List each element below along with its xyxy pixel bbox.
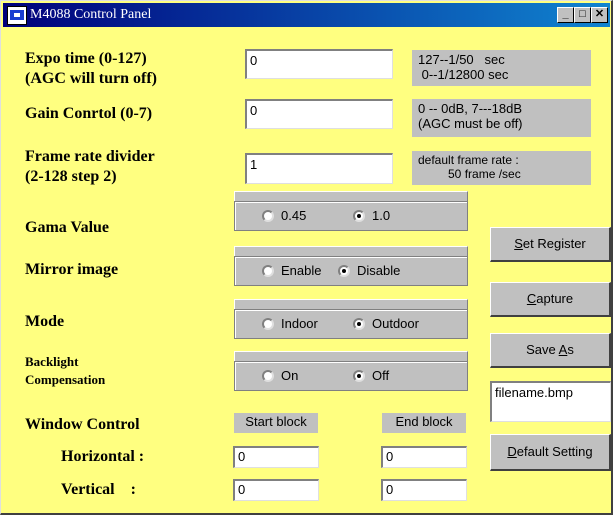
mode-label: Mode <box>25 313 65 330</box>
mirror-disable-option[interactable]: Disable <box>338 264 400 278</box>
minimize-button[interactable]: _ <box>557 7 574 23</box>
mirror-enable-option[interactable]: Enable <box>262 264 321 278</box>
radio-off-icon <box>262 370 274 382</box>
btn-mnemonic: S <box>514 236 523 251</box>
vertical-end-input[interactable]: 0 <box>381 479 467 501</box>
group-header <box>234 299 468 309</box>
frame-hint-line2: 50 frame /sec <box>418 167 521 181</box>
window-title: M4088 Control Panel <box>30 7 152 22</box>
frame-rate-hint: default frame rate : 50 frame /sec <box>412 151 591 185</box>
radio-on-icon <box>338 265 350 277</box>
radio-on-icon <box>353 318 365 330</box>
radio-off-icon <box>262 318 274 330</box>
expo-hint-line1: 127--1/50 sec <box>418 52 505 67</box>
frame-rate-range-note: (2-128 step 2) <box>25 168 117 185</box>
horizontal-start-input[interactable]: 0 <box>233 446 319 468</box>
group-header <box>234 246 468 256</box>
gain-hint-line1: 0 -- 0dB, 7---18dB <box>418 101 523 116</box>
window-control-label: Window Control <box>25 416 140 433</box>
group-box: On Off <box>234 361 468 391</box>
backlight-on-option[interactable]: On <box>262 369 298 383</box>
gama-option-10[interactable]: 1.0 <box>353 209 390 223</box>
frame-hint-line1: default frame rate : <box>418 153 519 167</box>
radio-off-icon <box>262 210 274 222</box>
btn-text: apture <box>536 291 574 306</box>
gama-option-045[interactable]: 0.45 <box>262 209 306 223</box>
group-header <box>234 191 468 201</box>
gama-value-label: Gama Value <box>25 219 110 236</box>
default-setting-button[interactable]: Default Setting <box>490 434 611 471</box>
gain-hint-line2: (AGC must be off) <box>418 116 523 131</box>
start-block-header: Start block <box>234 413 318 433</box>
radio-off-icon <box>262 265 274 277</box>
vertical-start-input[interactable]: 0 <box>233 479 319 501</box>
radio-on-icon <box>353 210 365 222</box>
radio-label: Disable <box>357 263 401 278</box>
backlight-label: Backlight <box>25 354 79 369</box>
group-box: 0.45 1.0 <box>234 201 468 231</box>
btn-text: et Register <box>522 236 586 251</box>
agc-off-note: (AGC will turn off) <box>25 70 157 87</box>
save-as-button[interactable]: Save As <box>490 333 611 368</box>
close-icon: ✕ <box>594 8 605 20</box>
horizontal-end-input[interactable]: 0 <box>381 446 467 468</box>
group-box: Indoor Outdoor <box>234 309 468 339</box>
btn-text: Save <box>526 342 559 357</box>
control-panel-window: M4088 Control Panel _ □ ✕ Expo time (0-1… <box>0 0 613 515</box>
btn-text: efault Setting <box>516 444 593 459</box>
btn-text: s <box>567 342 574 357</box>
expo-time-label: Expo time (0-127) <box>25 50 147 67</box>
title-bar[interactable]: M4088 Control Panel _ □ ✕ <box>3 3 610 27</box>
radio-label: On <box>281 368 299 383</box>
radio-on-icon <box>353 370 365 382</box>
set-register-button[interactable]: Set Register <box>490 227 611 262</box>
gain-hint: 0 -- 0dB, 7---18dB (AGC must be off) <box>412 99 591 137</box>
radio-label: Indoor <box>281 316 318 331</box>
frame-rate-divider-label: Frame rate divider <box>25 148 155 165</box>
maximize-button[interactable]: □ <box>574 7 591 23</box>
radio-label: 0.45 <box>281 208 307 223</box>
backlight-off-option[interactable]: Off <box>353 369 389 383</box>
mirror-image-label: Mirror image <box>25 261 119 278</box>
gain-control-label: Gain Conrtol (0-7) <box>25 105 153 122</box>
radio-label: Off <box>372 368 390 383</box>
radio-label: Enable <box>281 263 322 278</box>
radio-label: 1.0 <box>372 208 391 223</box>
btn-mnemonic: C <box>526 291 537 306</box>
vertical-label: Vertical : <box>61 481 136 498</box>
minimize-icon: _ <box>562 8 569 20</box>
close-button[interactable]: ✕ <box>591 7 608 23</box>
expo-hint: 127--1/50 sec 0--1/12800 sec <box>412 50 591 86</box>
mode-outdoor-option[interactable]: Outdoor <box>353 317 419 331</box>
maximize-icon: □ <box>579 8 586 20</box>
capture-button[interactable]: Capture <box>490 282 611 317</box>
radio-label: Outdoor <box>372 316 419 331</box>
backlight-compensation-label: Compensation <box>25 372 106 387</box>
expo-time-input[interactable]: 0 <box>245 49 393 79</box>
horizontal-label: Horizontal : <box>61 448 145 465</box>
btn-mnemonic: D <box>507 444 517 459</box>
group-header <box>234 351 468 361</box>
mode-indoor-option[interactable]: Indoor <box>262 317 318 331</box>
expo-hint-line2: 0--1/12800 sec <box>418 67 509 82</box>
filename-input[interactable]: filename.bmp <box>490 381 611 422</box>
end-block-header: End block <box>382 413 466 433</box>
group-box: Enable Disable <box>234 256 468 286</box>
gain-control-input[interactable]: 0 <box>245 99 393 129</box>
frame-rate-divider-input[interactable]: 1 <box>245 153 393 184</box>
app-icon <box>7 6 27 25</box>
